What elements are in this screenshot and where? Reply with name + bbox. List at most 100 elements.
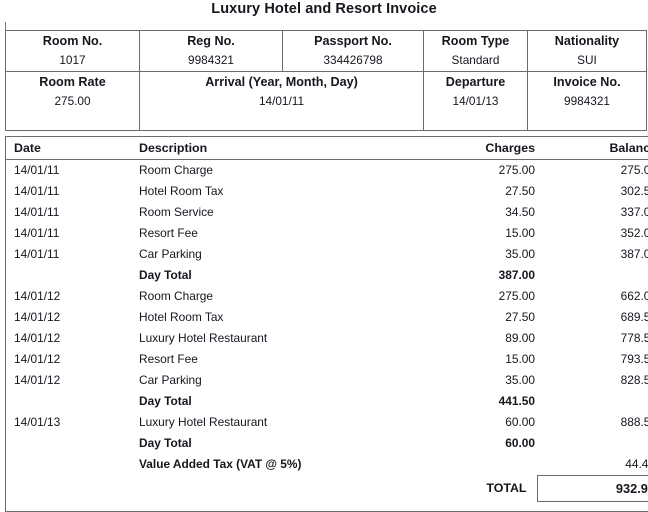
cell-charges: 60.00	[422, 412, 537, 433]
invoice-page: Luxury Hotel and Resort Invoice Room No.…	[0, 0, 648, 501]
cell-charges: 27.50	[422, 307, 537, 328]
cell-charges: 60.00	[422, 433, 537, 454]
line-item-row: 14/01/12Hotel Room Tax27.50689.50	[6, 307, 648, 328]
line-item-row: 14/01/12Room Charge275.00662.00	[6, 286, 648, 307]
cell-description: Resort Fee	[128, 223, 422, 244]
cell-balance: 828.50	[537, 370, 648, 391]
cell-description: Hotel Room Tax	[128, 181, 422, 202]
cell-balance	[537, 265, 648, 286]
column-header-charges: Charges	[422, 137, 537, 160]
cell-date	[6, 391, 129, 412]
cell-charges: 275.00	[422, 286, 537, 307]
cell-balance: 778.50	[537, 328, 648, 349]
line-items-table: Date Description Charges Balance 14/01/1…	[5, 136, 648, 512]
line-item-row: 14/01/11Room Service34.50337.00	[6, 202, 648, 223]
cell-date	[6, 454, 129, 476]
cell-date: 14/01/11	[6, 160, 129, 182]
cell-date: 14/01/12	[6, 370, 129, 391]
cell-balance: 888.50	[537, 412, 648, 433]
cell-charges: 275.00	[422, 160, 537, 182]
info-cell-nationality: Nationality SUI	[528, 31, 647, 72]
cell-charges: 387.00	[422, 265, 537, 286]
cell-date: 14/01/11	[6, 202, 129, 223]
cell-date: 14/01/12	[6, 349, 129, 370]
cell-description: Resort Fee	[128, 349, 422, 370]
cell-empty	[128, 476, 422, 502]
cell-description: Room Charge	[128, 160, 422, 182]
cell-balance: 387.00	[537, 244, 648, 265]
info-cell-room-no: Room No. 1017	[6, 31, 140, 72]
column-header-date: Date	[6, 137, 129, 160]
cell-balance	[537, 391, 648, 412]
cell-date: 14/01/11	[6, 244, 129, 265]
cell-balance: 352.00	[537, 223, 648, 244]
cell-balance: 662.00	[537, 286, 648, 307]
line-items-body: 14/01/11Room Charge275.00275.0014/01/11H…	[6, 160, 648, 512]
cell-description: Day Total	[128, 433, 422, 454]
info-cell-arrival: Arrival (Year, Month, Day) 14/01/11	[140, 72, 424, 130]
column-header-balance: Balance	[537, 137, 648, 160]
cell-date: 14/01/12	[6, 328, 129, 349]
cell-vat-label: Value Added Tax (VAT @ 5%)	[128, 454, 422, 476]
cell-description: Day Total	[128, 265, 422, 286]
cell-date	[6, 433, 129, 454]
line-item-row: 14/01/12Resort Fee15.00793.50	[6, 349, 648, 370]
info-label-passport-no: Passport No.	[285, 35, 421, 55]
info-value-nationality: SUI	[530, 55, 644, 67]
cell-date: 14/01/12	[6, 286, 129, 307]
info-label-room-type: Room Type	[426, 35, 525, 55]
cell-description: Day Total	[128, 391, 422, 412]
info-value-reg-no: 9984321	[142, 55, 280, 67]
line-item-row: 14/01/11Hotel Room Tax27.50302.50	[6, 181, 648, 202]
cell-description: Luxury Hotel Restaurant	[128, 412, 422, 433]
info-value-invoice-no: 9984321	[530, 96, 644, 108]
info-cell-departure: Departure 14/01/13	[424, 72, 528, 130]
page-title: Luxury Hotel and Resort Invoice	[0, 1, 648, 17]
cell-balance: 337.00	[537, 202, 648, 223]
info-cell-room-rate: Room Rate 275.00	[6, 72, 140, 130]
line-item-row: 14/01/13Luxury Hotel Restaurant60.00888.…	[6, 412, 648, 433]
grand-total-row: TOTAL932.93	[6, 476, 648, 502]
cell-description: Room Charge	[128, 286, 422, 307]
cell-date	[6, 476, 129, 502]
cell-charges	[422, 454, 537, 476]
info-value-passport-no: 334426798	[285, 55, 421, 67]
info-value-room-no: 1017	[8, 55, 137, 67]
cell-description: Car Parking	[128, 244, 422, 265]
line-item-row: 14/01/12Car Parking35.00828.50	[6, 370, 648, 391]
info-label-nationality: Nationality	[530, 35, 644, 55]
cell-charges: 441.50	[422, 391, 537, 412]
cell-date: 14/01/13	[6, 412, 129, 433]
total-amount-box: 932.93	[537, 476, 648, 502]
spacer-cell	[128, 502, 422, 512]
info-row-1: Room No. 1017 Reg No. 9984321 Passport N…	[6, 31, 647, 72]
info-cell-invoice-no: Invoice No. 9984321	[528, 72, 647, 130]
day-total-row: Day Total60.00	[6, 433, 648, 454]
cell-date	[6, 265, 129, 286]
line-items-header-row: Date Description Charges Balance	[6, 137, 648, 160]
column-header-description: Description	[128, 137, 422, 160]
day-total-row: Day Total387.00	[6, 265, 648, 286]
line-item-row: 14/01/11Resort Fee15.00352.00	[6, 223, 648, 244]
total-label: TOTAL	[422, 476, 537, 502]
day-total-row: Day Total441.50	[6, 391, 648, 412]
table-bottom-spacer	[6, 502, 648, 512]
cell-charges: 34.50	[422, 202, 537, 223]
info-value-room-type: Standard	[426, 55, 525, 67]
info-cell-room-type: Room Type Standard	[424, 31, 528, 72]
cell-description: Luxury Hotel Restaurant	[128, 328, 422, 349]
line-item-row: 14/01/11Car Parking35.00387.00	[6, 244, 648, 265]
spacer-cell	[6, 502, 129, 512]
cell-date: 14/01/11	[6, 181, 129, 202]
cell-balance: 689.50	[537, 307, 648, 328]
cell-date: 14/01/12	[6, 307, 129, 328]
info-label-room-no: Room No.	[8, 35, 137, 55]
cell-charges: 35.00	[422, 244, 537, 265]
cell-vat-amount: 44.43	[537, 454, 648, 476]
cell-balance: 793.50	[537, 349, 648, 370]
cell-date: 14/01/11	[6, 223, 129, 244]
line-item-row: 14/01/11Room Charge275.00275.00	[6, 160, 648, 182]
cell-description: Hotel Room Tax	[128, 307, 422, 328]
vat-row: Value Added Tax (VAT @ 5%) 44.43	[6, 454, 648, 476]
cell-charges: 27.50	[422, 181, 537, 202]
